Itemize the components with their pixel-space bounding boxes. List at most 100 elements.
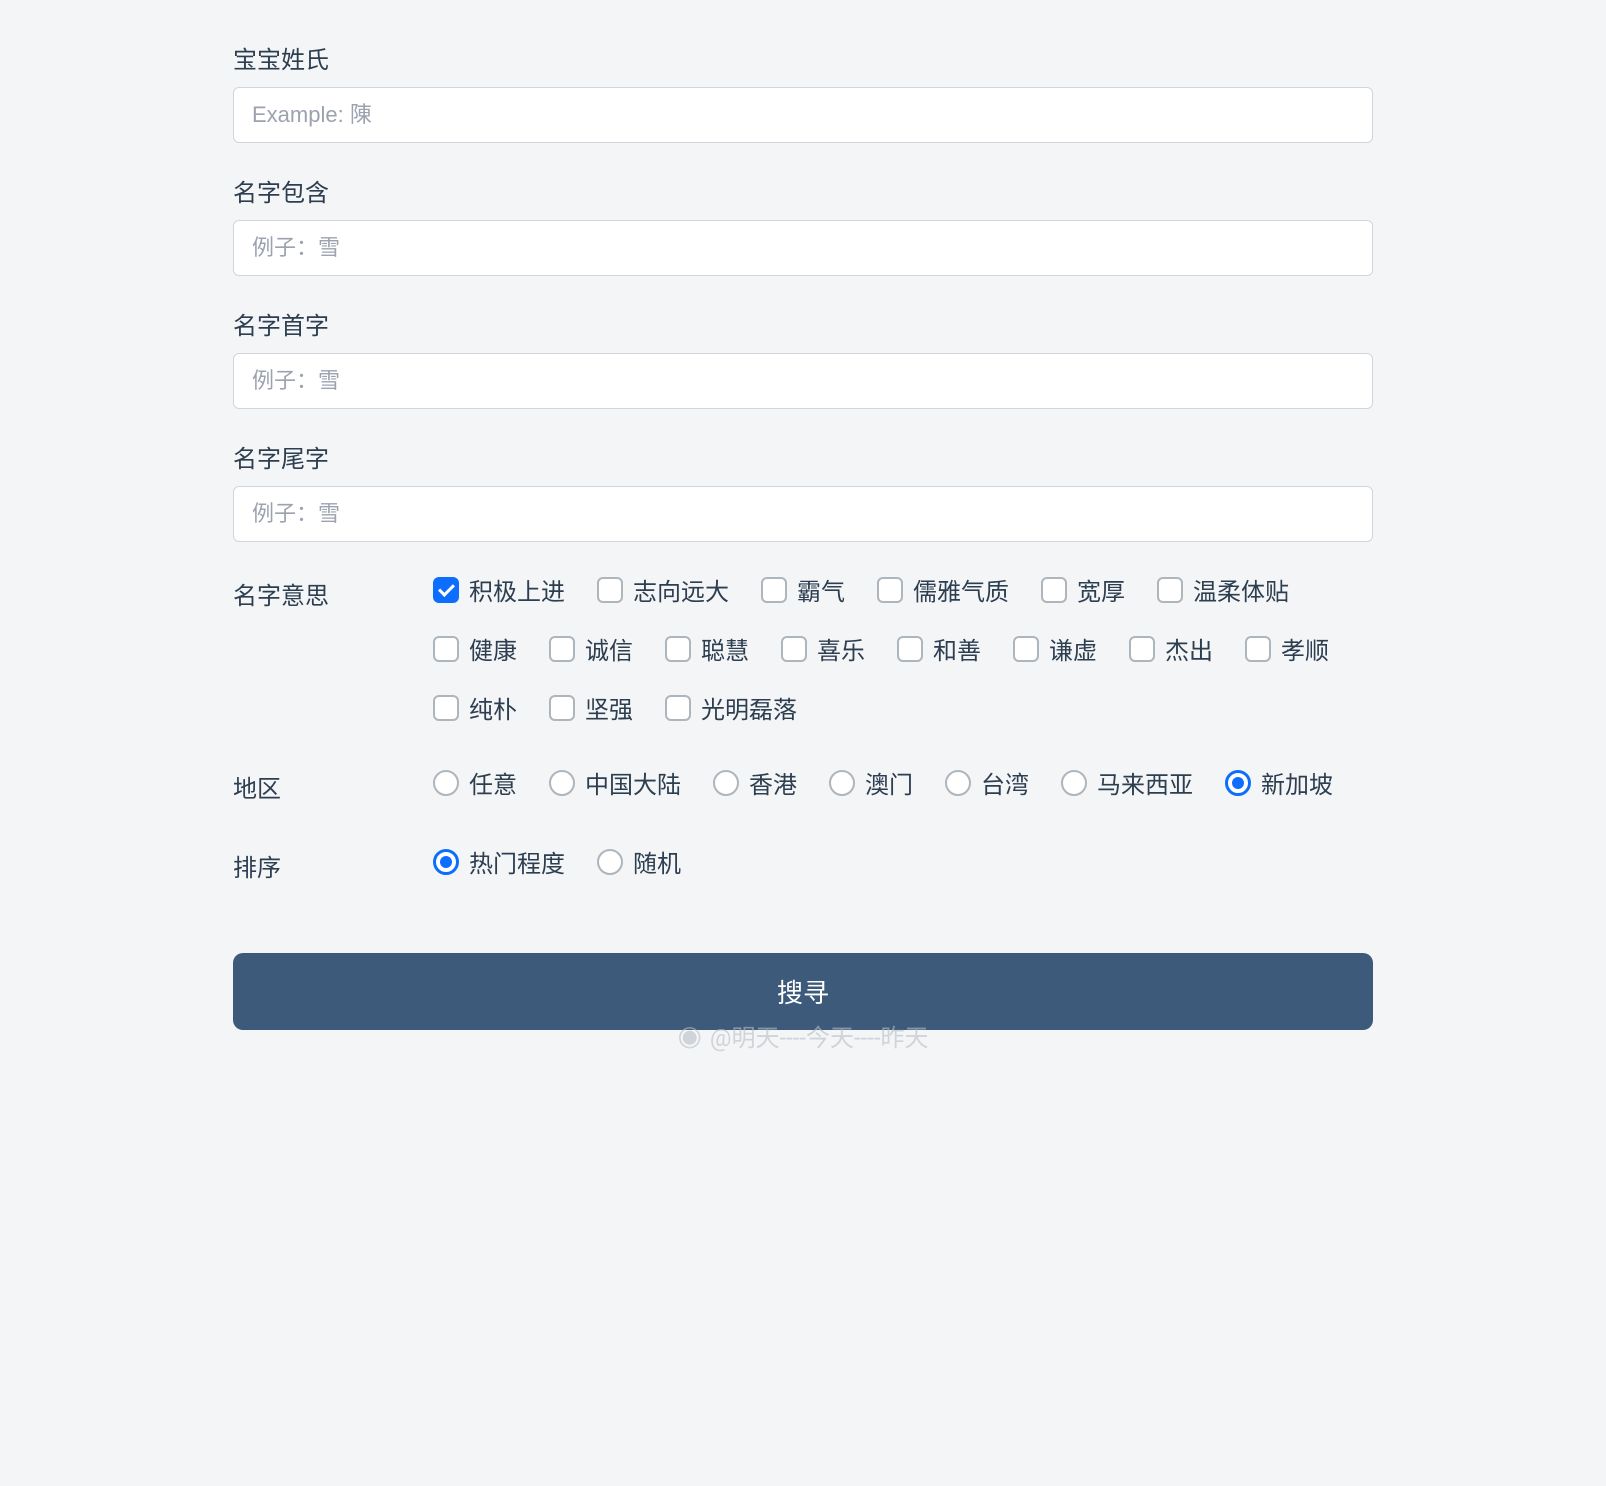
- option-label: 儒雅气质: [913, 572, 1009, 607]
- checkbox-icon[interactable]: [549, 636, 575, 662]
- option-label: 和善: [933, 631, 981, 666]
- checkbox-icon[interactable]: [433, 695, 459, 721]
- option-label: 马来西亚: [1097, 765, 1193, 800]
- checkbox-option[interactable]: 儒雅气质: [877, 572, 1009, 607]
- radio-icon[interactable]: [1225, 770, 1251, 796]
- contains-input[interactable]: [233, 220, 1373, 276]
- checkbox-option[interactable]: 宽厚: [1041, 572, 1125, 607]
- radio-option[interactable]: 新加坡: [1225, 765, 1333, 800]
- checkbox-icon[interactable]: [1245, 636, 1271, 662]
- checkbox-icon[interactable]: [761, 577, 787, 603]
- checkbox-icon[interactable]: [597, 577, 623, 603]
- contains-label: 名字包含: [233, 173, 1373, 208]
- radio-option[interactable]: 台湾: [945, 765, 1029, 800]
- option-label: 聪慧: [701, 631, 749, 666]
- checkbox-option[interactable]: 温柔体贴: [1157, 572, 1289, 607]
- option-label: 喜乐: [817, 631, 865, 666]
- radio-option[interactable]: 澳门: [829, 765, 913, 800]
- option-label: 澳门: [865, 765, 913, 800]
- checkbox-option[interactable]: 喜乐: [781, 631, 865, 666]
- radio-icon[interactable]: [1061, 770, 1087, 796]
- checkbox-icon[interactable]: [1129, 636, 1155, 662]
- last-char-input[interactable]: [233, 486, 1373, 542]
- meaning-group: 名字意思 积极上进 志向远大 霸气 儒雅气质 宽厚 温柔体贴健康 诚信 聪慧 喜乐 和善 谦虚 杰出孝…: [233, 572, 1373, 725]
- radio-icon[interactable]: [945, 770, 971, 796]
- option-label: 随机: [633, 844, 681, 879]
- last-char-field-group: 名字尾字: [233, 439, 1373, 542]
- last-char-label: 名字尾字: [233, 439, 1373, 474]
- checkbox-icon[interactable]: [781, 636, 807, 662]
- checkbox-option[interactable]: 坚强: [549, 690, 633, 725]
- checkbox-icon[interactable]: [549, 695, 575, 721]
- radio-option[interactable]: 中国大陆: [549, 765, 681, 800]
- radio-icon[interactable]: [829, 770, 855, 796]
- checkbox-icon[interactable]: [1041, 577, 1067, 603]
- checkbox-option[interactable]: 聪慧: [665, 631, 749, 666]
- meaning-label: 名字意思: [233, 572, 433, 611]
- option-label: 香港: [749, 765, 797, 800]
- checkbox-option[interactable]: 霸气: [761, 572, 845, 607]
- option-label: 中国大陆: [585, 765, 681, 800]
- sort-label: 排序: [233, 844, 433, 883]
- first-char-input[interactable]: [233, 353, 1373, 409]
- meaning-options: 积极上进 志向远大 霸气 儒雅气质 宽厚 温柔体贴健康 诚信 聪慧 喜乐 和善 谦虚 杰出孝顺纯朴 坚强…: [433, 572, 1373, 725]
- radio-option[interactable]: 热门程度: [433, 844, 565, 879]
- radio-icon[interactable]: [549, 770, 575, 796]
- option-label: 杰出: [1165, 631, 1213, 666]
- radio-icon[interactable]: [433, 770, 459, 796]
- checkbox-option[interactable]: 纯朴: [433, 690, 517, 725]
- contains-field-group: 名字包含: [233, 173, 1373, 276]
- surname-label: 宝宝姓氏: [233, 40, 1373, 75]
- checkbox-icon[interactable]: [665, 695, 691, 721]
- checkbox-icon[interactable]: [877, 577, 903, 603]
- checkbox-option[interactable]: 积极上进: [433, 572, 565, 607]
- option-label: 任意: [469, 765, 517, 800]
- checkbox-option[interactable]: 诚信: [549, 631, 633, 666]
- option-label: 坚强: [585, 690, 633, 725]
- checkbox-icon[interactable]: [1013, 636, 1039, 662]
- region-label: 地区: [233, 765, 433, 804]
- radio-option[interactable]: 马来西亚: [1061, 765, 1193, 800]
- option-label: 诚信: [585, 631, 633, 666]
- option-label: 志向远大: [633, 572, 729, 607]
- surname-input[interactable]: [233, 87, 1373, 143]
- checkbox-option[interactable]: 健康: [433, 631, 517, 666]
- option-label: 宽厚: [1077, 572, 1125, 607]
- sort-group: 排序 热门程度 随机: [233, 844, 1373, 883]
- checkbox-option[interactable]: 杰出: [1129, 631, 1213, 666]
- option-label: 光明磊落: [701, 690, 797, 725]
- option-label: 霸气: [797, 572, 845, 607]
- radio-option[interactable]: 任意: [433, 765, 517, 800]
- checkbox-icon[interactable]: [433, 577, 459, 603]
- checkbox-icon[interactable]: [665, 636, 691, 662]
- radio-option[interactable]: 香港: [713, 765, 797, 800]
- checkbox-option[interactable]: 谦虚: [1013, 631, 1097, 666]
- checkbox-icon[interactable]: [897, 636, 923, 662]
- option-label: 温柔体贴: [1193, 572, 1289, 607]
- option-label: 谦虚: [1049, 631, 1097, 666]
- region-options: 任意 中国大陆 香港 澳门 台湾 马来西亚 新加坡: [433, 765, 1373, 800]
- checkbox-option[interactable]: 光明磊落: [665, 690, 797, 725]
- radio-option[interactable]: 随机: [597, 844, 681, 879]
- weibo-icon: ◉: [677, 1019, 701, 1052]
- region-group: 地区 任意 中国大陆 香港 澳门 台湾 马来西亚 新加坡: [233, 765, 1373, 804]
- sort-options: 热门程度 随机: [433, 844, 1373, 879]
- option-label: 热门程度: [469, 844, 565, 879]
- checkbox-option[interactable]: 和善: [897, 631, 981, 666]
- option-label: 健康: [469, 631, 517, 666]
- first-char-label: 名字首字: [233, 306, 1373, 341]
- checkbox-option[interactable]: 孝顺: [1245, 631, 1329, 666]
- first-char-field-group: 名字首字: [233, 306, 1373, 409]
- checkbox-option[interactable]: 志向远大: [597, 572, 729, 607]
- surname-field-group: 宝宝姓氏: [233, 40, 1373, 143]
- watermark: ◉ @明天----今天----昨天: [233, 1018, 1373, 1053]
- radio-icon[interactable]: [433, 849, 459, 875]
- checkbox-icon[interactable]: [1157, 577, 1183, 603]
- radio-icon[interactable]: [597, 849, 623, 875]
- checkbox-icon[interactable]: [433, 636, 459, 662]
- option-label: 新加坡: [1261, 765, 1333, 800]
- option-label: 纯朴: [469, 690, 517, 725]
- option-label: 台湾: [981, 765, 1029, 800]
- watermark-text: @明天----今天----昨天: [710, 1018, 929, 1053]
- radio-icon[interactable]: [713, 770, 739, 796]
